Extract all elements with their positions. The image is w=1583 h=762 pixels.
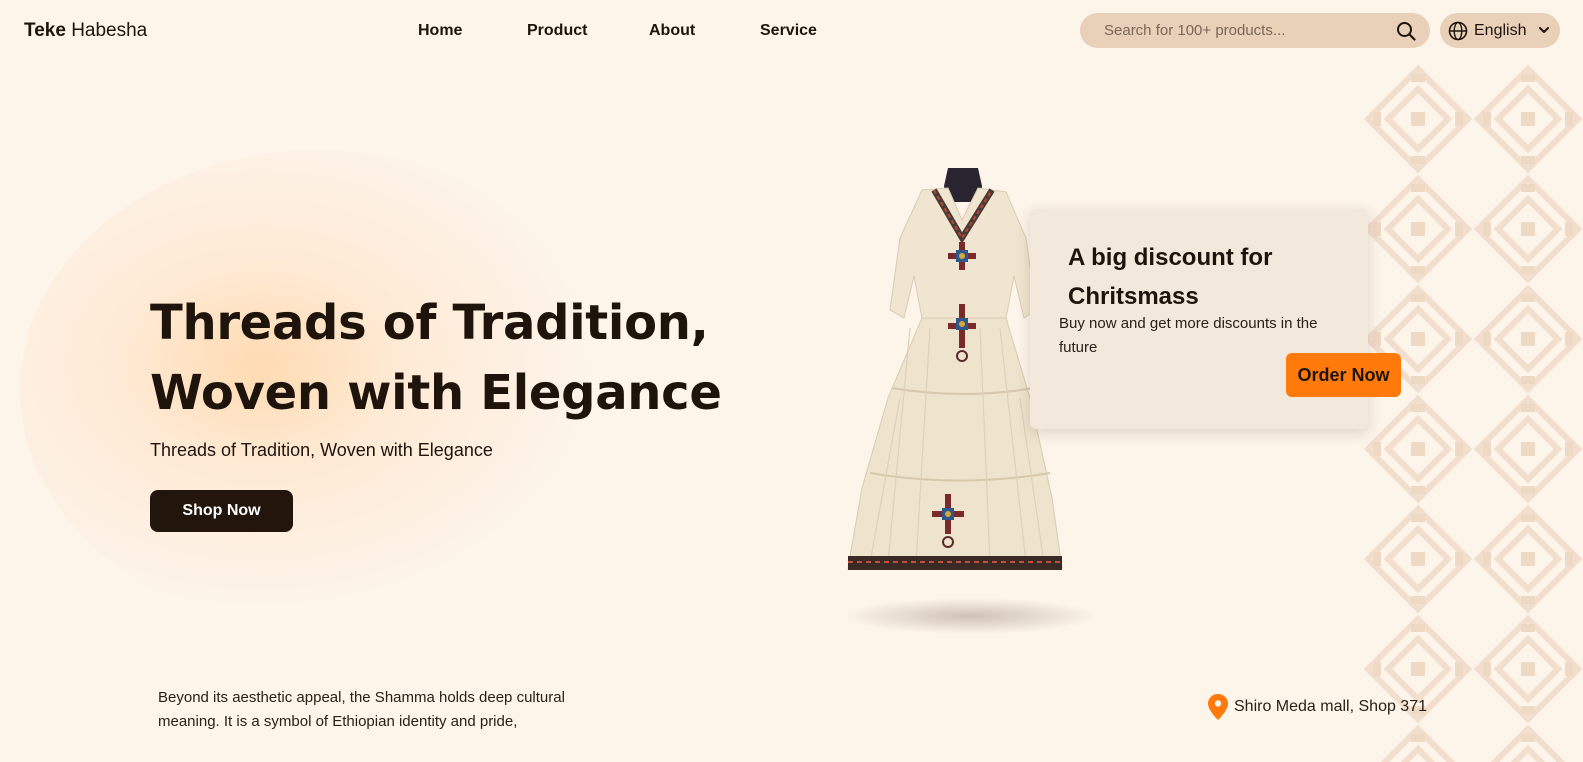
hero-title-line-2: Woven with Elegance: [150, 365, 722, 421]
page: Teke Habesha Home Product About Service …: [0, 0, 1583, 762]
language-label: English: [1474, 22, 1527, 39]
globe-icon: [1448, 21, 1468, 41]
nav-about[interactable]: About: [649, 22, 695, 40]
hero-title-line-1: Threads of Tradition,: [150, 295, 709, 351]
location-label: Shiro Meda mall, Shop 371: [1234, 698, 1427, 715]
language-selector[interactable]: English: [1440, 13, 1560, 48]
nav-home[interactable]: Home: [418, 22, 462, 40]
nav-product[interactable]: Product: [527, 22, 587, 40]
tibeb-pattern-decoration: [1363, 64, 1583, 762]
location-pin-icon: [1208, 694, 1228, 720]
order-now-button[interactable]: Order Now: [1286, 353, 1401, 397]
hero-title: Threads of Tradition, Woven with Eleganc…: [150, 288, 722, 428]
nav-service[interactable]: Service: [760, 22, 817, 40]
hero-subtitle: Threads of Tradition, Woven with Eleganc…: [150, 440, 493, 460]
promo-title: A big discount for Chritsmass: [1068, 244, 1273, 310]
about-text: Beyond its aesthetic appeal, the Shamma …: [158, 689, 565, 730]
search-input[interactable]: [1104, 13, 1384, 48]
search-bar: [1080, 13, 1430, 48]
search-icon[interactable]: [1396, 21, 1416, 41]
chevron-down-icon: [1539, 27, 1549, 33]
shop-now-button[interactable]: Shop Now: [150, 490, 293, 532]
